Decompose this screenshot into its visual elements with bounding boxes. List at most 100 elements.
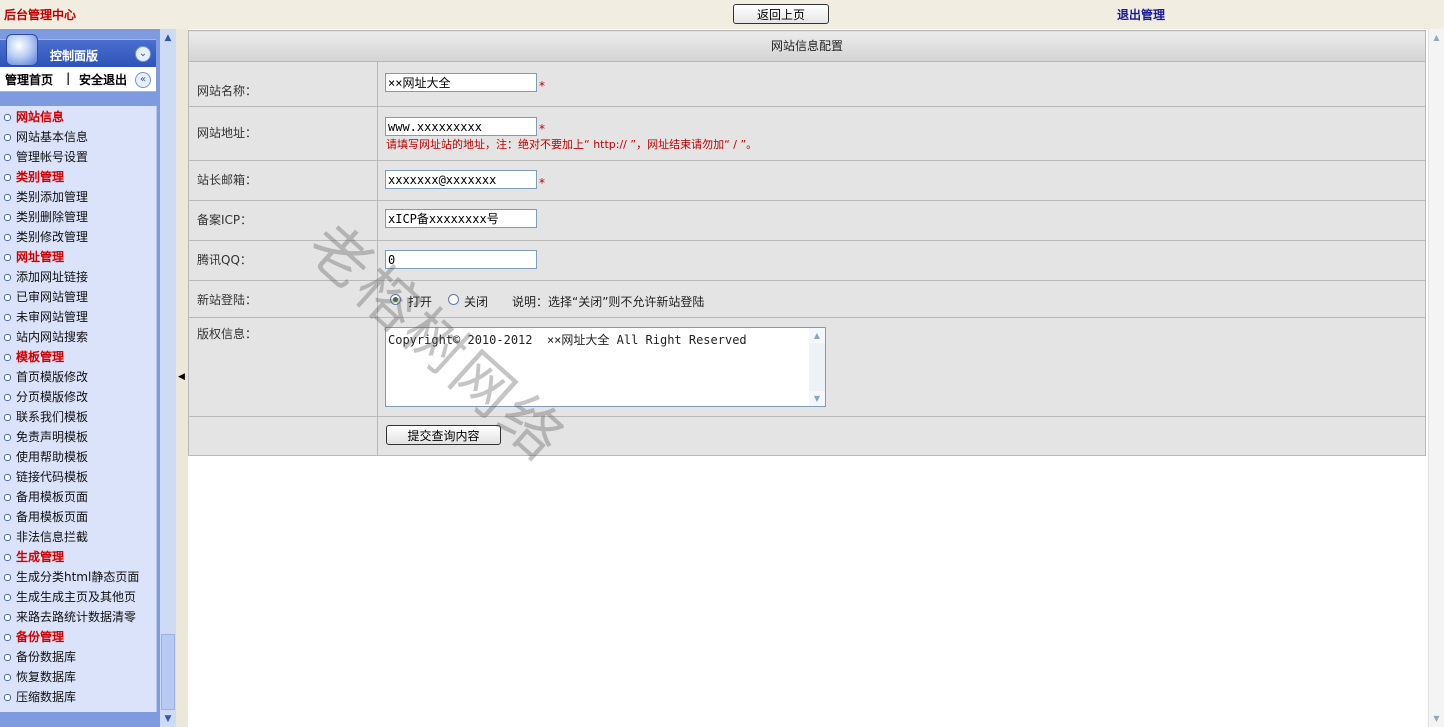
collapse-left-arrow-icon[interactable]: ◀ [178,372,185,382]
scroll-up-icon[interactable]: ▲ [1429,30,1444,45]
menu-item-label[interactable]: 添加网址链接 [16,267,88,287]
main-scrollbar[interactable]: ▲ ▼ [1428,29,1444,727]
registration-close-radio[interactable] [448,294,459,305]
registration-open-label[interactable]: 打开 [408,293,432,310]
site-name-input[interactable] [385,73,537,92]
menu-item[interactable]: 未审网站管理 [0,307,156,327]
sidebar-scrollbar[interactable]: ▲ ▼ [160,29,176,727]
site-url-label: 网站地址： [197,126,258,140]
menu-category: 备份管理 [0,627,156,647]
bullet-icon [4,414,11,421]
bullet-icon [4,154,11,161]
menu-item-label[interactable]: 生成生成主页及其他页 [16,587,136,607]
menu-item-label[interactable]: 站内网站搜索 [16,327,88,347]
menu-item[interactable]: 来路去路统计数据清零 [0,607,156,627]
admin-email-input[interactable] [385,170,537,189]
menu-item[interactable]: 类别删除管理 [0,207,156,227]
menu-item[interactable]: 已审网站管理 [0,287,156,307]
menu-item[interactable]: 类别修改管理 [0,227,156,247]
form-value-cell: * 请填写网址站的地址，注：绝对不要加上“ http:// ”，网址结束请勿加“… [377,106,1426,161]
menu-item[interactable]: 备用模板页面 [0,487,156,507]
site-name-label: 网站名称： [197,84,258,98]
admin-home-link[interactable]: 管理首页 [5,71,53,88]
menu-item[interactable]: 备份数据库 [0,647,156,667]
menu-item-label[interactable]: 备用模板页面 [16,487,88,507]
form-label-cell: 版权信息： [188,317,378,417]
menu-item[interactable]: 联系我们模板 [0,407,156,427]
menu-item-label[interactable]: 生成分类html静态页面 [16,567,139,587]
bullet-icon [4,574,11,581]
bullet-icon [4,134,11,141]
menu-item[interactable]: 使用帮助模板 [0,447,156,467]
bullet-icon [4,374,11,381]
bullet-icon [4,594,11,601]
menu-item[interactable]: 分页模版修改 [0,387,156,407]
menu-item-label[interactable]: 备份数据库 [16,647,76,667]
bullet-icon [4,694,11,701]
menu-item[interactable]: 网站基本信息 [0,127,156,147]
logout-link[interactable]: 退出管理 [1117,6,1165,23]
menu-item[interactable]: 生成生成主页及其他页 [0,587,156,607]
bullet-icon [4,274,11,281]
menu-item-label[interactable]: 恢复数据库 [16,667,76,687]
form-header: 网站信息配置 [188,30,1426,62]
menu-item[interactable]: 站内网站搜索 [0,327,156,347]
menu-item[interactable]: 备用模板页面 [0,507,156,527]
scrollbar-thumb[interactable] [161,634,175,710]
menu-item-label[interactable]: 网站基本信息 [16,127,88,147]
safe-exit-link[interactable]: 安全退出 [79,71,127,88]
qq-input[interactable] [385,250,537,269]
menu-item-label[interactable]: 首页模版修改 [16,367,88,387]
registration-open-radio[interactable] [390,294,401,305]
menu-item[interactable]: 管理帐号设置 [0,147,156,167]
bullet-icon [4,254,11,261]
scroll-up-icon[interactable]: ▲ [160,31,176,45]
qq-label: 腾讯QQ： [197,253,252,267]
submit-button[interactable]: 提交查询内容 [386,425,501,445]
menu-item-label[interactable]: 类别添加管理 [16,187,88,207]
menu-item-label[interactable]: 压缩数据库 [16,687,76,707]
menu-item-label[interactable]: 管理帐号设置 [16,147,88,167]
scroll-down-icon[interactable]: ▼ [160,712,176,726]
menu-item[interactable]: 恢复数据库 [0,667,156,687]
scroll-down-icon[interactable]: ▼ [809,391,825,406]
menu-item-label[interactable]: 已审网站管理 [16,287,88,307]
scroll-down-icon[interactable]: ▼ [1429,711,1444,726]
menu-item-label[interactable]: 联系我们模板 [16,407,88,427]
scroll-up-icon[interactable]: ▲ [809,328,825,343]
menu-item-label[interactable]: 来路去路统计数据清零 [16,607,136,627]
menu-item-label[interactable]: 类别删除管理 [16,207,88,227]
top-bar: 后台管理中心 返回上页 退出管理 [0,0,1444,30]
site-url-input[interactable] [385,117,537,136]
menu-item[interactable]: 压缩数据库 [0,687,156,707]
menu-item-label[interactable]: 未审网站管理 [16,307,88,327]
menu-item[interactable]: 首页模版修改 [0,367,156,387]
menu-item[interactable]: 类别添加管理 [0,187,156,207]
bullet-icon [4,634,11,641]
bullet-icon [4,174,11,181]
form-label-cell: 新站登陆： [188,280,378,318]
bullet-icon [4,474,11,481]
form-label-cell: 备案ICP： [188,200,378,241]
copyright-textarea[interactable]: Copyright© 2010-2012 ××网址大全 All Right Re… [385,327,826,407]
menu-item-label[interactable]: 分页模版修改 [16,387,88,407]
chevron-double-down-icon[interactable]: ⌄ [135,46,151,62]
menu-item[interactable]: 添加网址链接 [0,267,156,287]
menu-item[interactable]: 免责声明模板 [0,427,156,447]
menu-item[interactable]: 生成分类html静态页面 [0,567,156,587]
menu-item-label[interactable]: 类别修改管理 [16,227,88,247]
radio-selected-dot [393,297,398,302]
menu-item-label[interactable]: 免责声明模板 [16,427,88,447]
registration-close-label[interactable]: 关闭 [464,293,488,310]
frame-splitter[interactable]: ◀ [176,29,188,727]
chevron-double-left-icon[interactable]: « [135,72,151,88]
menu-item-label[interactable]: 使用帮助模板 [16,447,88,467]
menu-item-label[interactable]: 备用模板页面 [16,507,88,527]
menu-item-label[interactable]: 非法信息拦截 [16,527,88,547]
menu-item[interactable]: 链接代码模板 [0,467,156,487]
textarea-scrollbar[interactable]: ▲ ▼ [809,328,825,406]
menu-item[interactable]: 非法信息拦截 [0,527,156,547]
menu-item-label[interactable]: 链接代码模板 [16,467,88,487]
icp-input[interactable] [385,209,537,228]
back-button[interactable]: 返回上页 [733,4,829,24]
